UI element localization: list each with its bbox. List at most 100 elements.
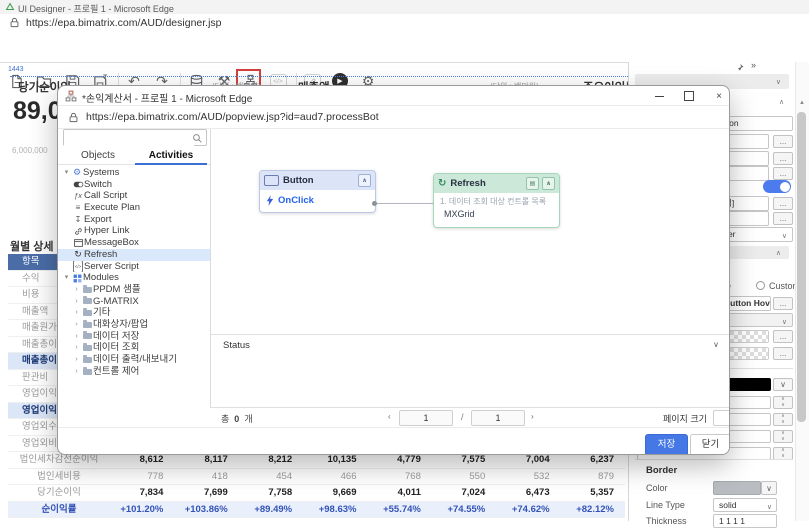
search-icon[interactable] <box>192 133 203 144</box>
border-color-swatch[interactable] <box>713 481 761 495</box>
status-section: Status ∨ <box>210 334 729 408</box>
tree-folder-control[interactable]: › 컨트롤 제어 <box>58 366 210 378</box>
button-node-body[interactable]: OnClick <box>260 190 375 211</box>
total-pages-box: 1 <box>471 410 525 426</box>
refresh-node-body[interactable]: 1. 데이터 조회 대상 컨트롤 목록 MXGrid <box>434 193 559 222</box>
tab-objects[interactable]: Objects <box>62 148 134 164</box>
search-box[interactable] <box>63 129 207 148</box>
more-button[interactable]: ... <box>773 330 793 343</box>
maximize-icon[interactable] <box>676 88 702 104</box>
y-axis-label: 6,000,000 <box>12 146 48 155</box>
popup-titlebar[interactable]: *손익계산서 - 프로필 1 - Microsoft Edge × <box>58 86 729 106</box>
line-type-select[interactable]: solid ∨ <box>713 498 777 512</box>
close-button[interactable]: 닫기 <box>690 434 729 454</box>
tree-item-execute-plan[interactable]: ≡ Execute Plan <box>58 202 210 214</box>
refresh-icon: ↻ <box>438 178 447 189</box>
stepper-arrows[interactable]: ∧ ∨ <box>773 430 793 443</box>
collapse-panel-icon[interactable]: » <box>751 60 756 70</box>
tree-item-refresh[interactable]: ↻ Refresh <box>58 248 210 261</box>
more-button[interactable]: ... <box>773 297 793 310</box>
tree-item-messagebox[interactable]: MessageBox <box>58 237 210 249</box>
collapse-node-icon[interactable]: ∧ <box>358 174 371 187</box>
tree-group-systems[interactable]: ▾ ⚙ Systems <box>58 167 210 179</box>
plan-icon: ≡ <box>75 203 81 213</box>
save-button[interactable]: 저장 <box>645 434 688 454</box>
link-icon <box>72 227 84 236</box>
tree-folder-dialog[interactable]: › 대화상자/팝업 <box>58 319 210 331</box>
tree-item-switch[interactable]: Switch <box>58 179 210 191</box>
tree-folder-ppdm[interactable]: › PPDM 샘플 <box>58 284 210 296</box>
minimize-icon[interactable] <box>646 88 672 104</box>
active-tab-underline <box>135 163 207 165</box>
table-row[interactable]: 법인세비용 778 418 454 466 768 550 532 879 <box>8 469 625 485</box>
refresh-node[interactable]: ↻ Refresh ▤ ∧ 1. 데이터 조회 대상 컨트롤 목록 MXGrid <box>433 173 560 228</box>
tree-group-modules[interactable]: ▾ Modules <box>58 272 210 284</box>
lock-icon <box>9 17 20 28</box>
more-button[interactable]: ... <box>773 135 793 148</box>
folder-icon <box>81 343 93 352</box>
main-url[interactable]: https://epa.bimatrix.com/AUD/designer.js… <box>26 17 222 29</box>
tree-folder-gmatrix[interactable]: › G-MATRIX <box>58 296 210 308</box>
fx-icon: ƒx <box>74 191 82 201</box>
thickness-label: Thickness <box>646 516 687 526</box>
tree-folder-data-query[interactable]: › 데이터 조회 <box>58 342 210 354</box>
selection-id-label: 1443 <box>8 66 24 73</box>
popup-urlbar[interactable]: https://epa.bimatrix.com/AUD/popview.jsp… <box>58 106 729 129</box>
table-row[interactable]: 당기순이익 7,834 7,699 7,758 9,669 4,011 7,02… <box>8 485 625 502</box>
custom-radio[interactable] <box>756 281 765 290</box>
tree-folder-data-save[interactable]: › 데이터 저장 <box>58 331 210 343</box>
tree-item-export[interactable]: ↧ Export <box>58 214 210 226</box>
pin-icon[interactable] <box>736 63 744 72</box>
button-icon <box>264 175 279 186</box>
divider <box>635 459 793 460</box>
main-titlebar: UI Designer - 프로필 1 - Microsoft Edge <box>0 0 809 14</box>
tree-item-hyper-link[interactable]: Hyper Link <box>58 225 210 237</box>
tree-item-server-script[interactable]: </> Server Script <box>58 260 210 273</box>
folder-icon <box>81 331 93 340</box>
page-input[interactable]: 1 <box>399 410 453 426</box>
tree-item-call-script[interactable]: ƒx Call Script <box>58 190 210 202</box>
close-icon[interactable]: × <box>706 88 729 104</box>
main-urlbar[interactable]: https://epa.bimatrix.com/AUD/designer.js… <box>0 14 809 33</box>
server-script-icon: </> <box>72 260 84 273</box>
folder-icon <box>81 366 93 375</box>
toggle-switch[interactable] <box>763 180 791 193</box>
button-node-header[interactable]: Button ∧ <box>260 171 375 190</box>
node-connector: › <box>372 198 435 207</box>
button-node[interactable]: Button ∧ OnClick <box>259 170 376 213</box>
table-row[interactable]: 순이익률 +101.20% +103.86% +89.49% +98.63% +… <box>8 501 625 518</box>
popup-footer: 저장 닫기 <box>58 427 729 454</box>
more-button[interactable]: ... <box>773 347 793 360</box>
more-button[interactable]: ... <box>773 197 793 210</box>
tree-folder-etc[interactable]: › 기타 <box>58 307 210 319</box>
search-input[interactable] <box>64 132 194 148</box>
more-button[interactable]: ... <box>773 167 793 180</box>
status-label: Status <box>223 340 250 351</box>
stepper-arrows[interactable]: ∧ ∨ <box>773 413 793 426</box>
flow-canvas[interactable]: Button ∧ OnClick › ↻ Refresh ▤ ∧ 1. 데이터 … <box>211 129 729 334</box>
next-page-icon[interactable]: › <box>531 412 534 421</box>
scroll-up-icon[interactable]: ▲ <box>799 100 805 106</box>
scrollbar-thumb[interactable] <box>797 112 806 422</box>
tab-activities[interactable]: Activities <box>135 148 207 164</box>
color-dropdown-button[interactable]: ∨ <box>773 378 793 391</box>
border-color-dropdown[interactable]: ∨ <box>761 481 777 495</box>
section-collapse-icon[interactable]: ∧ <box>779 98 784 106</box>
stepper-arrows[interactable]: ∧ ∨ <box>773 396 793 409</box>
chevron-down-icon[interactable]: ∨ <box>713 340 719 349</box>
tree-folder-data-export[interactable]: › 데이터 출력/내보내기 <box>58 354 210 366</box>
page-size-input[interactable]: 100 <box>713 410 729 426</box>
folder-icon <box>81 354 93 363</box>
refresh-node-header[interactable]: ↻ Refresh ▤ ∧ <box>434 174 559 193</box>
collapse-node-icon[interactable]: ∧ <box>542 177 555 190</box>
thickness-input[interactable]: 1 1 1 1 <box>713 514 777 528</box>
list-icon[interactable]: ▤ <box>526 177 539 190</box>
page-separator: / <box>461 412 464 422</box>
page-size-label: 페이지 크기 <box>663 414 707 424</box>
popup-window: *손익계산서 - 프로필 1 - Microsoft Edge × https:… <box>57 85 730 455</box>
more-button[interactable]: ... <box>773 212 793 225</box>
more-button[interactable]: ... <box>773 152 793 165</box>
prev-page-icon[interactable]: ‹ <box>388 412 391 421</box>
popup-url[interactable]: https://epa.bimatrix.com/AUD/popview.jsp… <box>86 111 379 123</box>
folder-icon <box>81 319 93 328</box>
